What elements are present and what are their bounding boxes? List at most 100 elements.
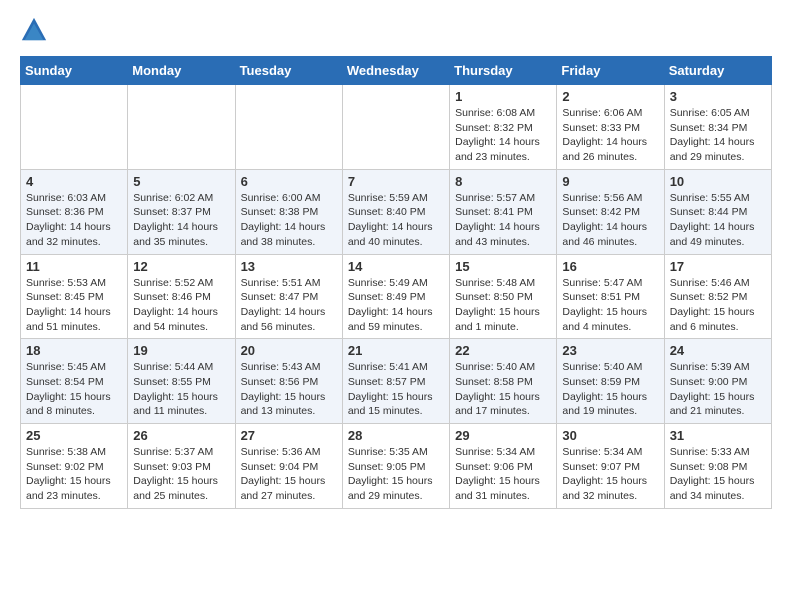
- calendar-cell: [128, 85, 235, 170]
- day-number: 28: [348, 428, 444, 443]
- calendar-cell: 28Sunrise: 5:35 AM Sunset: 9:05 PM Dayli…: [342, 424, 449, 509]
- calendar-week-row: 18Sunrise: 5:45 AM Sunset: 8:54 PM Dayli…: [21, 339, 772, 424]
- calendar-week-row: 11 Sunrise: 5:53 AM Sunset: 8:45 PM Dayli…: [21, 254, 772, 339]
- day-number: 1: [455, 89, 551, 104]
- day-info: Sunrise: 5:44 AM Sunset: 8:55 PM Dayligh…: [133, 360, 229, 419]
- page-container: SundayMondayTuesdayWednesdayThursdayFrid…: [0, 0, 792, 525]
- day-info: Sunrise: 5:36 AM Sunset: 9:04 PM Dayligh…: [241, 445, 337, 504]
- calendar-cell: 16 Sunrise: 5:47 AM Sunset: 8:51 PM Dayli…: [557, 254, 664, 339]
- day-number: 10: [670, 174, 766, 189]
- day-info: Sunrise: 5:51 AM Sunset: 8:47 PM Dayligh…: [241, 276, 337, 335]
- day-number: 7: [348, 174, 444, 189]
- day-number: 30: [562, 428, 658, 443]
- calendar-cell: 13 Sunrise: 5:51 AM Sunset: 8:47 PM Dayli…: [235, 254, 342, 339]
- weekday-header: Monday: [128, 57, 235, 85]
- day-info: Sunrise: 5:56 AM Sunset: 8:42 PM Dayligh…: [562, 191, 658, 250]
- calendar-cell: 19 Sunrise: 5:44 AM Sunset: 8:55 PM Dayli…: [128, 339, 235, 424]
- day-info: Sunrise: 5:40 AM Sunset: 8:58 PM Dayligh…: [455, 360, 551, 419]
- day-number: 19: [133, 343, 229, 358]
- day-number: 29: [455, 428, 551, 443]
- calendar-cell: 20 Sunrise: 5:43 AM Sunset: 8:56 PM Dayli…: [235, 339, 342, 424]
- calendar-cell: 22 Sunrise: 5:40 AM Sunset: 8:58 PM Dayli…: [450, 339, 557, 424]
- day-info: Sunrise: 6:08 AM Sunset: 8:32 PM Dayligh…: [455, 106, 551, 165]
- calendar-cell: 12 Sunrise: 5:52 AM Sunset: 8:46 PM Dayli…: [128, 254, 235, 339]
- calendar-cell: 31 Sunrise: 5:33 AM Sunset: 9:08 PM Dayli…: [664, 424, 771, 509]
- day-number: 27: [241, 428, 337, 443]
- day-info: Sunrise: 5:34 AM Sunset: 9:07 PM Dayligh…: [562, 445, 658, 504]
- calendar-cell: 6 Sunrise: 6:00 AM Sunset: 8:38 PM Daylig…: [235, 169, 342, 254]
- day-info: Sunrise: 6:03 AM Sunset: 8:36 PM Dayligh…: [26, 191, 122, 250]
- day-number: 15: [455, 259, 551, 274]
- day-number: 13: [241, 259, 337, 274]
- calendar-table: SundayMondayTuesdayWednesdayThursdayFrid…: [20, 56, 772, 509]
- day-info: Sunrise: 5:41 AM Sunset: 8:57 PM Dayligh…: [348, 360, 444, 419]
- header: [20, 16, 772, 44]
- calendar-cell: 17 Sunrise: 5:46 AM Sunset: 8:52 PM Dayli…: [664, 254, 771, 339]
- calendar-cell: 23Sunrise: 5:40 AM Sunset: 8:59 PM Dayli…: [557, 339, 664, 424]
- day-number: 17: [670, 259, 766, 274]
- day-number: 16: [562, 259, 658, 274]
- day-number: 14: [348, 259, 444, 274]
- day-info: Sunrise: 5:39 AM Sunset: 9:00 PM Dayligh…: [670, 360, 766, 419]
- calendar-cell: 3 Sunrise: 6:05 AM Sunset: 8:34 PM Daylig…: [664, 85, 771, 170]
- day-info: Sunrise: 6:02 AM Sunset: 8:37 PM Dayligh…: [133, 191, 229, 250]
- day-number: 20: [241, 343, 337, 358]
- calendar-cell: 15Sunrise: 5:48 AM Sunset: 8:50 PM Dayli…: [450, 254, 557, 339]
- day-number: 22: [455, 343, 551, 358]
- day-info: Sunrise: 5:53 AM Sunset: 8:45 PM Dayligh…: [26, 276, 122, 335]
- calendar-week-row: 4 Sunrise: 6:03 AM Sunset: 8:36 PM Daylig…: [21, 169, 772, 254]
- calendar-cell: 10 Sunrise: 5:55 AM Sunset: 8:44 PM Dayli…: [664, 169, 771, 254]
- day-number: 4: [26, 174, 122, 189]
- calendar-cell: [342, 85, 449, 170]
- day-number: 31: [670, 428, 766, 443]
- day-number: 5: [133, 174, 229, 189]
- day-info: Sunrise: 5:59 AM Sunset: 8:40 PM Dayligh…: [348, 191, 444, 250]
- logo: [20, 16, 52, 44]
- calendar-cell: 14 Sunrise: 5:49 AM Sunset: 8:49 PM Dayli…: [342, 254, 449, 339]
- day-number: 11: [26, 259, 122, 274]
- calendar-cell: 7 Sunrise: 5:59 AM Sunset: 8:40 PM Daylig…: [342, 169, 449, 254]
- day-number: 24: [670, 343, 766, 358]
- day-number: 6: [241, 174, 337, 189]
- weekday-header: Sunday: [21, 57, 128, 85]
- day-info: Sunrise: 5:38 AM Sunset: 9:02 PM Dayligh…: [26, 445, 122, 504]
- calendar-cell: 24 Sunrise: 5:39 AM Sunset: 9:00 PM Dayli…: [664, 339, 771, 424]
- day-info: Sunrise: 5:55 AM Sunset: 8:44 PM Dayligh…: [670, 191, 766, 250]
- day-info: Sunrise: 5:33 AM Sunset: 9:08 PM Dayligh…: [670, 445, 766, 504]
- day-info: Sunrise: 5:43 AM Sunset: 8:56 PM Dayligh…: [241, 360, 337, 419]
- weekday-header-row: SundayMondayTuesdayWednesdayThursdayFrid…: [21, 57, 772, 85]
- weekday-header: Thursday: [450, 57, 557, 85]
- day-number: 9: [562, 174, 658, 189]
- logo-icon: [20, 16, 48, 44]
- calendar-cell: 1 Sunrise: 6:08 AM Sunset: 8:32 PM Daylig…: [450, 85, 557, 170]
- calendar-cell: 5 Sunrise: 6:02 AM Sunset: 8:37 PM Daylig…: [128, 169, 235, 254]
- day-info: Sunrise: 5:52 AM Sunset: 8:46 PM Dayligh…: [133, 276, 229, 335]
- calendar-week-row: 1 Sunrise: 6:08 AM Sunset: 8:32 PM Daylig…: [21, 85, 772, 170]
- day-info: Sunrise: 5:46 AM Sunset: 8:52 PM Dayligh…: [670, 276, 766, 335]
- day-info: Sunrise: 5:47 AM Sunset: 8:51 PM Dayligh…: [562, 276, 658, 335]
- day-number: 8: [455, 174, 551, 189]
- day-number: 21: [348, 343, 444, 358]
- day-info: Sunrise: 5:40 AM Sunset: 8:59 PM Dayligh…: [562, 360, 658, 419]
- calendar-cell: 9 Sunrise: 5:56 AM Sunset: 8:42 PM Daylig…: [557, 169, 664, 254]
- calendar-cell: 11 Sunrise: 5:53 AM Sunset: 8:45 PM Dayli…: [21, 254, 128, 339]
- day-info: Sunrise: 6:00 AM Sunset: 8:38 PM Dayligh…: [241, 191, 337, 250]
- calendar-cell: 8Sunrise: 5:57 AM Sunset: 8:41 PM Daylig…: [450, 169, 557, 254]
- day-number: 25: [26, 428, 122, 443]
- calendar-cell: [21, 85, 128, 170]
- day-number: 26: [133, 428, 229, 443]
- day-info: Sunrise: 5:37 AM Sunset: 9:03 PM Dayligh…: [133, 445, 229, 504]
- day-info: Sunrise: 5:49 AM Sunset: 8:49 PM Dayligh…: [348, 276, 444, 335]
- calendar-cell: 27 Sunrise: 5:36 AM Sunset: 9:04 PM Dayli…: [235, 424, 342, 509]
- day-info: Sunrise: 6:05 AM Sunset: 8:34 PM Dayligh…: [670, 106, 766, 165]
- calendar-cell: 18Sunrise: 5:45 AM Sunset: 8:54 PM Dayli…: [21, 339, 128, 424]
- calendar-cell: 21 Sunrise: 5:41 AM Sunset: 8:57 PM Dayli…: [342, 339, 449, 424]
- weekday-header: Friday: [557, 57, 664, 85]
- day-number: 3: [670, 89, 766, 104]
- day-info: Sunrise: 5:45 AM Sunset: 8:54 PM Dayligh…: [26, 360, 122, 419]
- calendar-cell: 29Sunrise: 5:34 AM Sunset: 9:06 PM Dayli…: [450, 424, 557, 509]
- day-number: 12: [133, 259, 229, 274]
- calendar-cell: 2Sunrise: 6:06 AM Sunset: 8:33 PM Daylig…: [557, 85, 664, 170]
- day-info: Sunrise: 6:06 AM Sunset: 8:33 PM Dayligh…: [562, 106, 658, 165]
- weekday-header: Wednesday: [342, 57, 449, 85]
